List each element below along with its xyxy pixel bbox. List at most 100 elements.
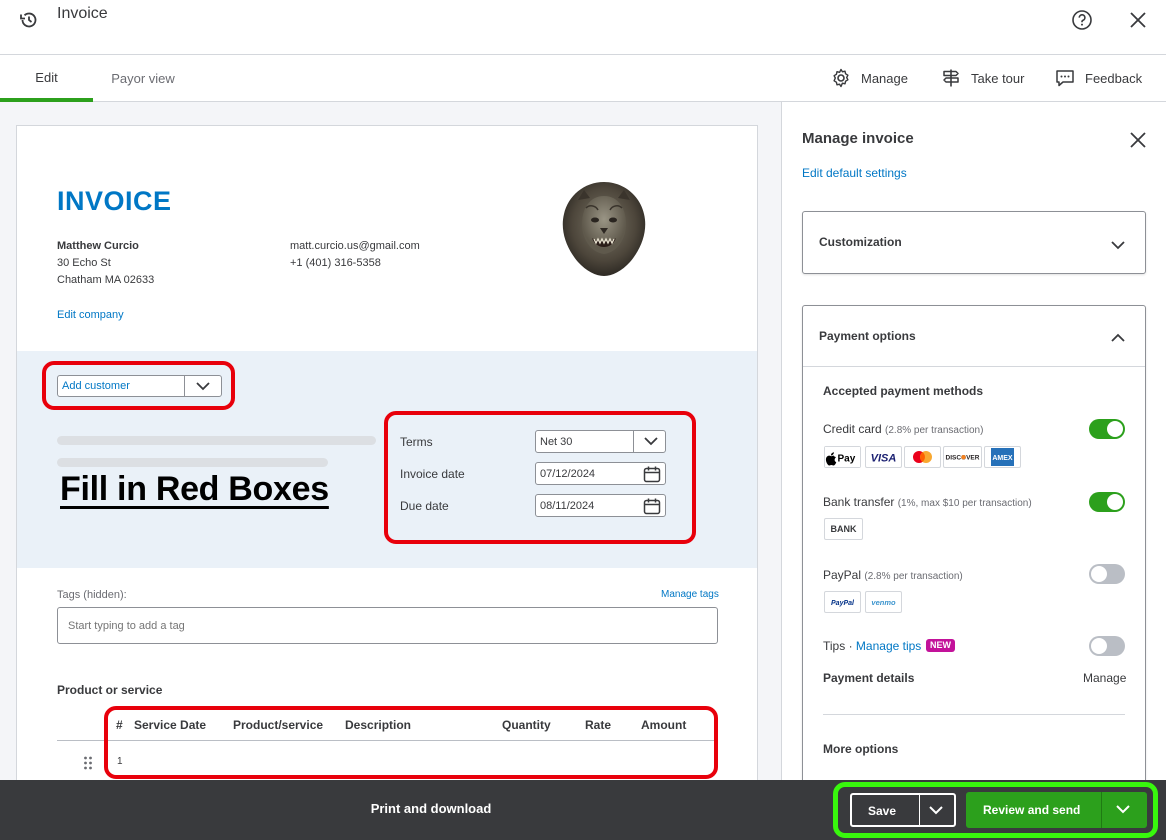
- customer-skeleton-line: [57, 436, 376, 445]
- accepted-methods-label: Accepted payment methods: [823, 384, 984, 398]
- credit-card-label: Credit card: [823, 422, 882, 436]
- paypal-label: PayPal: [823, 568, 862, 582]
- print-and-download-button[interactable]: Print and download: [351, 801, 511, 819]
- company-address-line2: Chatham MA 02633: [57, 274, 155, 286]
- tab-edit[interactable]: Edit: [0, 55, 93, 102]
- close-panel-icon[interactable]: [1129, 131, 1147, 149]
- terms-value: Net 30: [540, 436, 573, 448]
- chevron-down-icon[interactable]: [928, 803, 944, 817]
- manage-button[interactable]: Manage: [831, 67, 908, 89]
- feedback-label: Feedback: [1085, 70, 1143, 86]
- customization-label: Customization: [819, 235, 902, 249]
- new-badge: NEW: [926, 639, 955, 652]
- amex-text: AMEX: [992, 455, 1013, 462]
- invoice-date-label: Invoice date: [400, 467, 465, 481]
- column-header-quantity: Quantity: [502, 718, 551, 732]
- credit-card-note: (2.8% per transaction): [885, 425, 984, 436]
- feedback-button[interactable]: Feedback: [1055, 67, 1142, 89]
- help-icon[interactable]: [1071, 9, 1093, 31]
- card-divider: [803, 366, 1145, 367]
- edit-default-settings-link[interactable]: Edit default settings: [802, 166, 907, 180]
- bank-transfer-option: Bank transfer (1%, max $10 per transacti…: [823, 495, 1032, 509]
- column-header-description: Description: [345, 718, 412, 732]
- take-tour-button[interactable]: Take tour: [941, 67, 1024, 89]
- section-divider: [823, 714, 1125, 715]
- feedback-icon: [1056, 70, 1074, 87]
- tab-payor-view[interactable]: Payor view: [93, 55, 193, 102]
- customer-skeleton-line: [57, 458, 328, 467]
- table-row-number: 1: [117, 756, 123, 767]
- venmo-badge: venmo: [865, 591, 902, 613]
- customization-card[interactable]: Customization: [802, 211, 1146, 274]
- terms-label: Terms: [400, 435, 433, 449]
- chevron-down-icon[interactable]: [1115, 802, 1131, 816]
- select-divider: [633, 431, 634, 452]
- signpost-icon: [943, 69, 959, 87]
- payment-options-card: Payment options: [802, 305, 1146, 785]
- tips-toggle[interactable]: [1089, 636, 1125, 656]
- payment-options-label: Payment options: [819, 329, 916, 343]
- bank-transfer-note: (1%, max $10 per transaction): [897, 498, 1032, 509]
- tags-label: Tags (hidden):: [57, 589, 127, 601]
- paypal-toggle[interactable]: [1089, 564, 1125, 584]
- save-button[interactable]: Save: [850, 793, 956, 827]
- visa-text: VISA: [871, 453, 897, 465]
- credit-card-toggle[interactable]: [1089, 419, 1125, 439]
- due-date-value: 08/11/2024: [540, 500, 595, 512]
- apple-pay-text: Pay: [838, 454, 856, 465]
- column-header-number: #: [116, 718, 123, 732]
- history-icon[interactable]: [18, 9, 40, 31]
- toggle-knob: [1091, 638, 1107, 654]
- due-date-field[interactable]: 08/11/2024: [535, 494, 666, 517]
- edit-company-link[interactable]: Edit company: [57, 309, 124, 321]
- calendar-icon[interactable]: [643, 466, 661, 483]
- company-logo[interactable]: [556, 178, 652, 278]
- tips-label: Tips: [823, 639, 846, 653]
- tags-input[interactable]: [57, 607, 718, 644]
- chevron-down-icon[interactable]: [1110, 239, 1126, 251]
- terms-select[interactable]: Net 30: [535, 430, 666, 453]
- column-header-service-date: Service Date: [134, 718, 207, 732]
- apple-pay-badge: Pay: [824, 446, 861, 468]
- amex-badge: AMEX: [984, 446, 1021, 468]
- drag-handle-icon[interactable]: [83, 756, 93, 770]
- paypal-badge-text: PayPal: [831, 600, 855, 607]
- bank-transfer-label: Bank transfer: [823, 495, 895, 509]
- chevron-down-icon[interactable]: [195, 380, 211, 392]
- venmo-badge-text: venmo: [871, 598, 896, 607]
- chevron-up-icon[interactable]: [1110, 332, 1126, 344]
- tips-option: Tips · Manage tips: [823, 639, 921, 653]
- invoice-date-field[interactable]: 07/12/2024: [535, 462, 666, 485]
- paypal-option: PayPal (2.8% per transaction): [823, 568, 963, 582]
- discover-badge: DISCOVER: [943, 446, 982, 468]
- manage-tips-link[interactable]: Manage tips: [856, 639, 921, 653]
- toggle-knob: [1107, 494, 1123, 510]
- tab-bar: Edit Payor view Manage Take tour Feedbac…: [0, 55, 1166, 102]
- chevron-down-icon[interactable]: [643, 434, 659, 448]
- calendar-icon[interactable]: [643, 498, 661, 515]
- select-divider: [184, 376, 185, 396]
- tips-separator: ·: [848, 639, 853, 653]
- visa-badge: VISA: [865, 446, 902, 468]
- manage-tags-link[interactable]: Manage tags: [661, 589, 719, 600]
- gear-icon: [833, 68, 849, 88]
- bank-badge: BANK: [824, 518, 863, 540]
- close-icon[interactable]: [1128, 10, 1148, 30]
- column-header-rate: Rate: [585, 718, 612, 732]
- add-customer-select[interactable]: Add customer: [57, 375, 222, 397]
- invoice-date-value: 07/12/2024: [540, 468, 596, 480]
- company-address-line1: 30 Echo St: [57, 257, 111, 269]
- panel-title: Manage invoice: [802, 130, 914, 147]
- add-customer-placeholder: Add customer: [62, 380, 130, 392]
- paypal-badge: PayPal: [824, 591, 861, 613]
- review-and-send-button[interactable]: Review and send: [966, 792, 1147, 828]
- company-email: matt.curcio.us@gmail.com: [290, 240, 420, 252]
- bank-transfer-toggle[interactable]: [1089, 492, 1125, 512]
- due-date-label: Due date: [400, 499, 449, 513]
- invoice-heading: INVOICE: [57, 186, 172, 216]
- toggle-knob: [1091, 566, 1107, 582]
- payment-details-manage-link[interactable]: Manage: [1083, 671, 1126, 685]
- column-header-product: Product/service: [233, 718, 324, 732]
- save-label: Save: [868, 804, 897, 818]
- column-header-amount: Amount: [641, 718, 687, 732]
